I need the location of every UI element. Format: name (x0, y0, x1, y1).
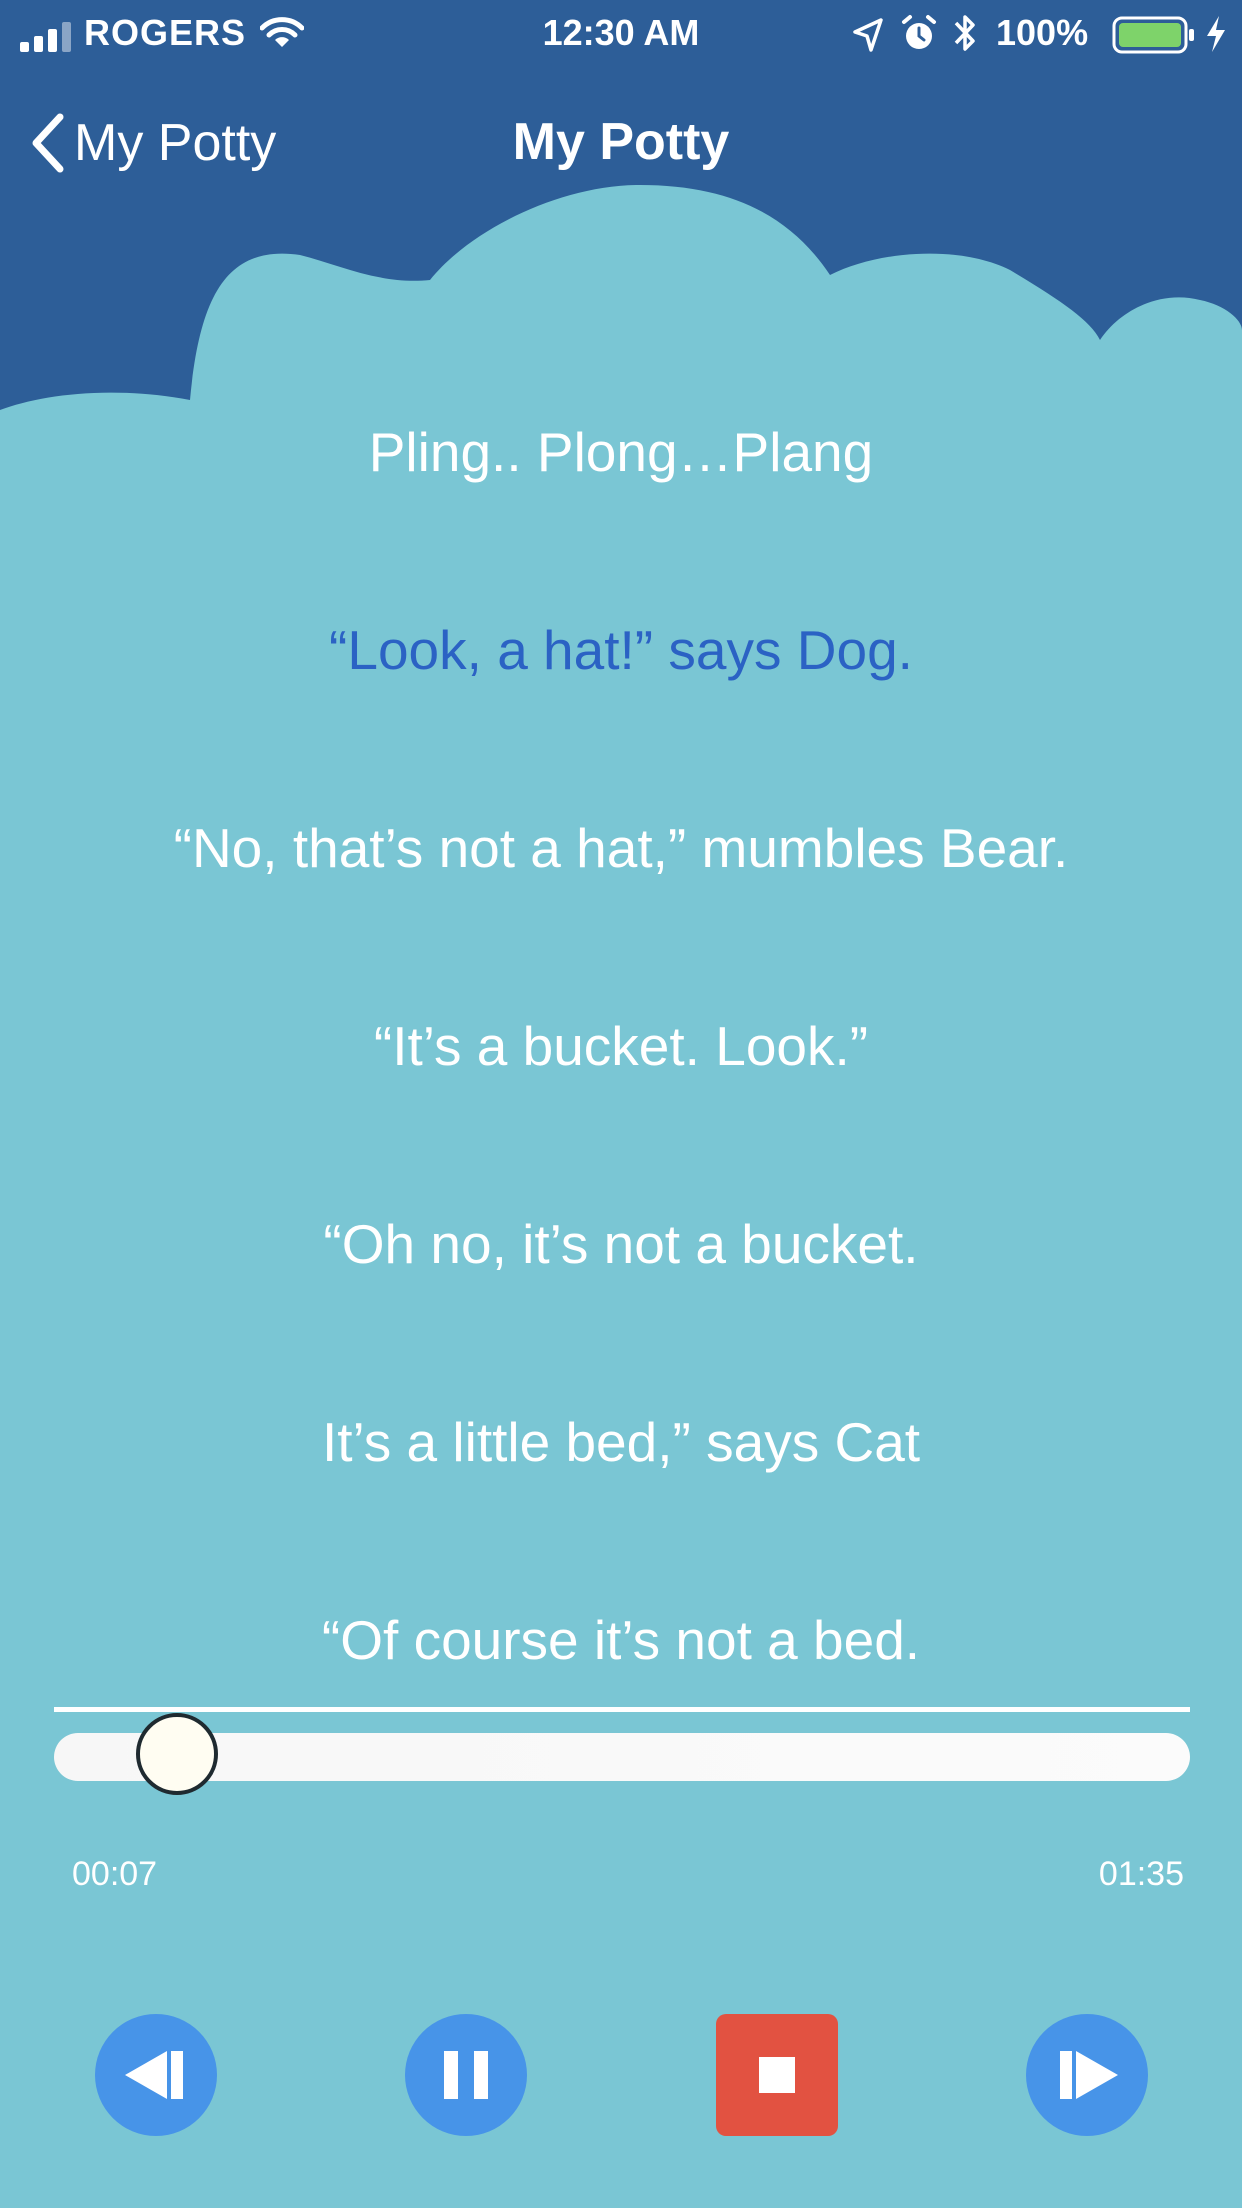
pause-icon (444, 2051, 488, 2099)
forward-button[interactable] (1026, 2014, 1148, 2136)
battery-icon (1112, 16, 1194, 54)
pause-button[interactable] (405, 2014, 527, 2136)
stop-icon (759, 2057, 795, 2093)
page-title: My Potty (512, 113, 730, 171)
status-bar: ROGERS 12:30 AM 100% (0, 0, 1242, 70)
lyric-line: “Oh no, it’s not a bucket. (323, 1213, 919, 1275)
rewind-button[interactable] (95, 2014, 217, 2136)
progress-slider-track[interactable] (54, 1733, 1190, 1781)
lyric-line: It’s a little bed,” says Cat (321, 1411, 921, 1473)
progress-slider-thumb[interactable] (136, 1713, 218, 1795)
location-icon (853, 18, 883, 52)
lyric-line: “Of course it’s not a bed. (321, 1609, 921, 1671)
alarm-icon (902, 15, 936, 49)
lyric-line: “It’s a bucket. Look.” (373, 1015, 869, 1077)
skip-back-icon (125, 2051, 183, 2099)
lyric-line-active: “Look, a hat!” says Dog. (329, 619, 913, 681)
charging-icon (1207, 16, 1225, 52)
lyric-line: Pling.. Plong…Plang (368, 421, 874, 483)
divider (54, 1707, 1190, 1712)
elapsed-time: 00:07 (72, 1855, 158, 1893)
total-time: 01:35 (1098, 1855, 1184, 1893)
bluetooth-icon (954, 15, 975, 51)
skip-forward-icon (1060, 2051, 1118, 2099)
battery-percent: 100% (996, 12, 1089, 53)
lyric-line: “No, that’s not a hat,” mumbles Bear. (173, 817, 1069, 879)
stop-button[interactable] (716, 2014, 838, 2136)
